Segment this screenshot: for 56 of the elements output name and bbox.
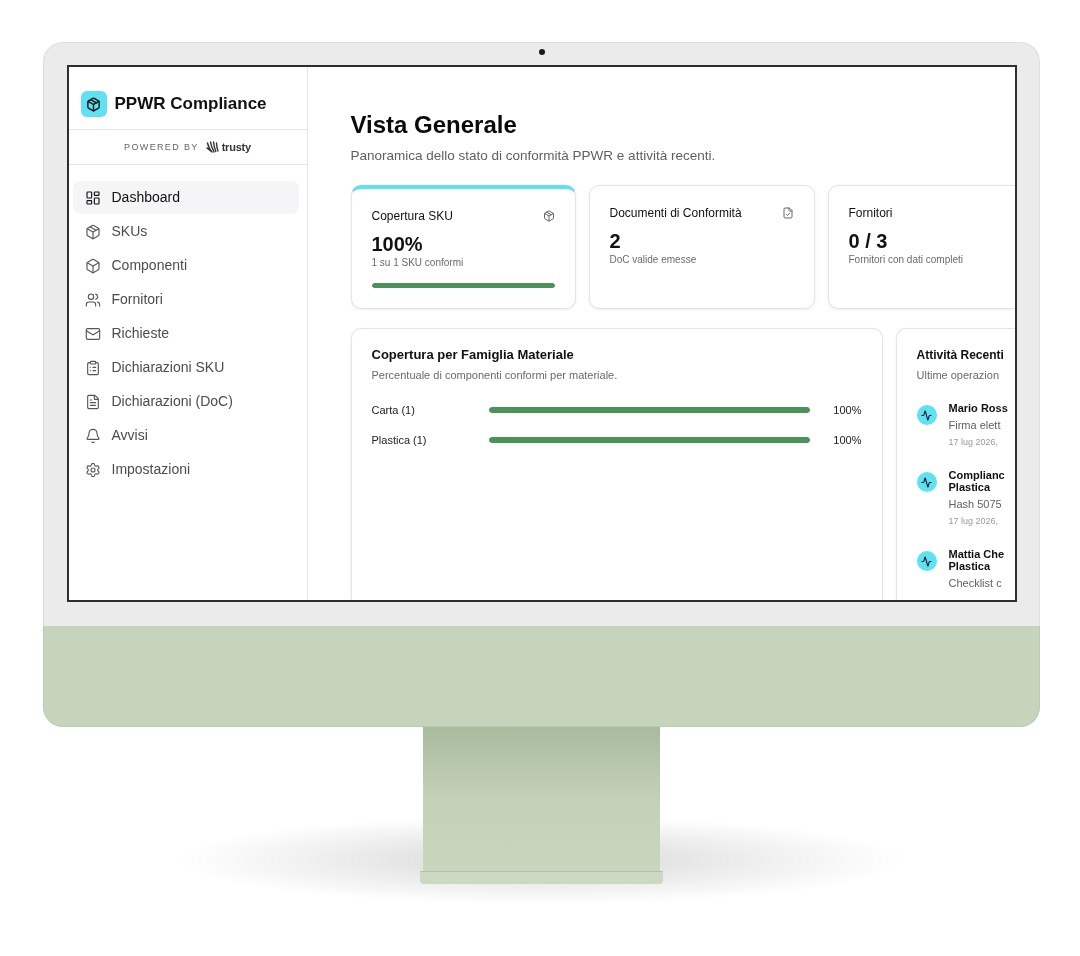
camera-icon xyxy=(538,49,545,55)
material-label: Carta (1) xyxy=(371,403,415,417)
app-title: PPWR Compliance xyxy=(114,93,267,115)
nav-item[interactable]: Dichiarazioni SKU xyxy=(72,351,299,384)
activity-detail: Hash 5075 xyxy=(948,497,1002,511)
activity-time: 17 lug 2026, xyxy=(948,436,999,448)
nav-item[interactable]: Dashboard xyxy=(72,181,299,214)
pulse-icon xyxy=(916,551,937,571)
activity-title: Mario Ross xyxy=(948,402,1008,414)
nav-item[interactable]: Fornitori xyxy=(72,283,299,316)
nav-item[interactable]: Avvisi xyxy=(72,419,299,452)
settings-icon xyxy=(84,461,101,478)
card-title: Attività Recenti xyxy=(916,347,1004,364)
pulse-icon xyxy=(916,472,937,492)
stat-title: Fornitori xyxy=(848,205,893,221)
logo-icon xyxy=(205,141,221,153)
stat-caption: 1 su 1 SKU conformi xyxy=(371,256,464,270)
cube-icon xyxy=(84,257,101,274)
nav-item[interactable]: SKUs xyxy=(72,215,299,248)
activity-time: 17 lug 2026, xyxy=(948,515,999,527)
cube-icon xyxy=(542,210,555,222)
mail-icon xyxy=(84,325,101,342)
card-title: Copertura per Famiglia Materiale xyxy=(371,346,574,364)
nav-item[interactable]: Impostazioni xyxy=(72,453,299,486)
grid-icon xyxy=(84,189,101,206)
stat-title: Documenti di Conformità xyxy=(609,205,742,221)
activity-detail: Firma elett xyxy=(948,418,1001,432)
stat-caption: Fornitori con dati completi xyxy=(848,253,963,267)
brand-name: trusty xyxy=(221,141,251,153)
stat-caption: DoC valide emesse xyxy=(609,253,697,267)
document-icon xyxy=(84,393,101,410)
activity-detail: Checklist c xyxy=(948,576,1002,590)
activity-title: Mattia Che Plastica xyxy=(948,548,1005,572)
card-subtitle: Percentuale di componenti conformi per materiale. xyxy=(371,368,618,383)
powered-by-label: POWERED BY xyxy=(124,141,199,153)
card-subtitle: Ultime operazion xyxy=(916,368,1000,383)
page-title: Vista Generale xyxy=(350,110,517,140)
stat-value: 2 xyxy=(609,229,621,253)
nav-item[interactable]: Richieste xyxy=(72,317,299,350)
percent-label: 100% xyxy=(833,433,862,447)
activity-title: Complianc Plastica xyxy=(948,469,1005,493)
pulse-icon xyxy=(916,405,937,425)
cube-icon xyxy=(84,223,101,240)
clipboard-icon xyxy=(84,359,101,376)
nav-item[interactable]: Componenti xyxy=(72,249,299,282)
page-subtitle: Panoramica dello stato di conformità PPWR e attività recenti. xyxy=(350,147,716,165)
cube-icon xyxy=(80,91,107,117)
material-label: Plastica (1) xyxy=(371,433,427,447)
stat-value: 0 / 3 xyxy=(848,229,888,253)
percent-label: 100% xyxy=(833,403,862,417)
stat-value: 100% xyxy=(371,232,423,256)
nav-item[interactable]: Dichiarazioni (DoC) xyxy=(72,385,299,418)
file-check-icon xyxy=(781,207,794,219)
users-icon xyxy=(84,291,101,308)
bell-icon xyxy=(84,427,101,444)
stat-title: Copertura SKU xyxy=(371,208,453,224)
